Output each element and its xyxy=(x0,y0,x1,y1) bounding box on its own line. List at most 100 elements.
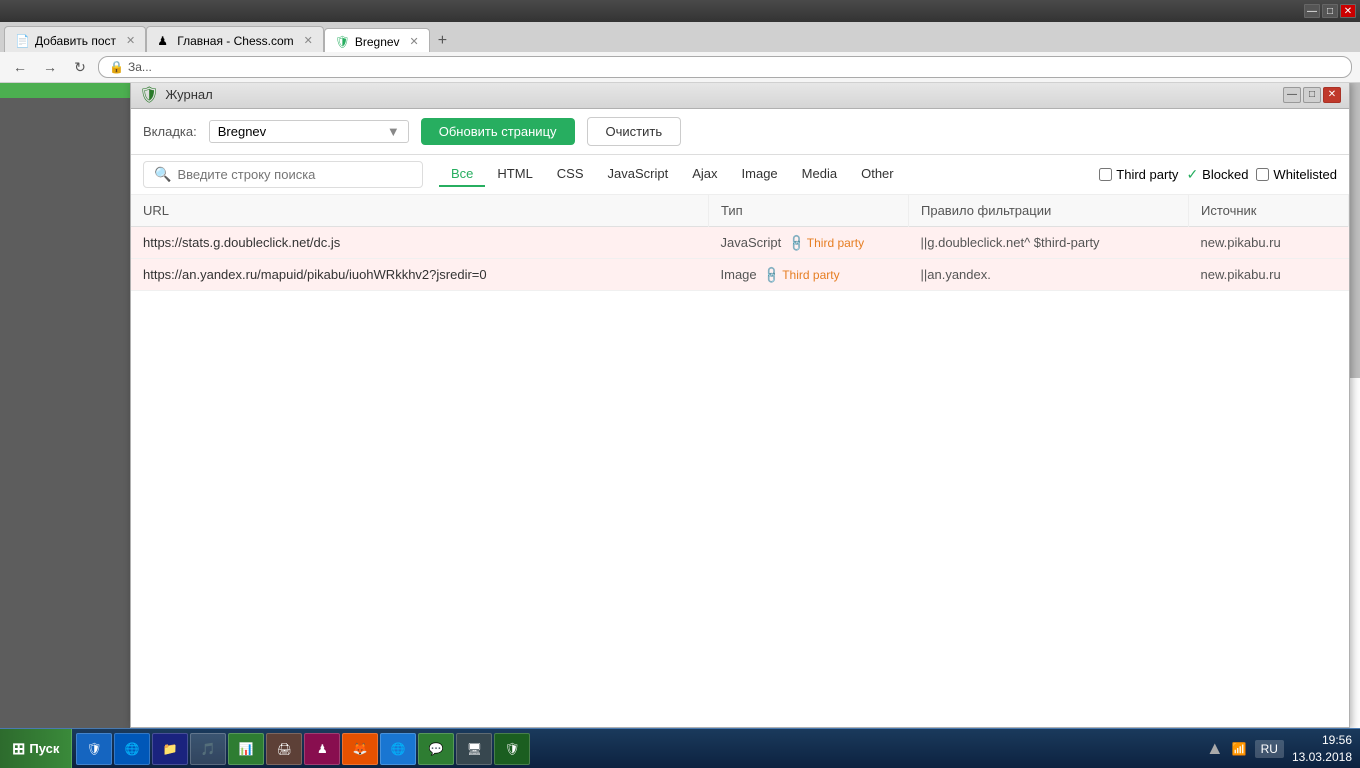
journal-toolbar: Вкладка: Bregnev ▼ Обновить страницу Очи… xyxy=(131,109,1349,155)
taskbar-tray: ▲ 📶 RU 19:56 13.03.2018 xyxy=(1198,732,1360,766)
third-party-badge-2: 🔗 Third party xyxy=(764,268,839,282)
taskbar-icon-9: 🌐 xyxy=(391,742,406,756)
back-btn[interactable]: ← xyxy=(8,56,32,78)
clock-time: 19:56 xyxy=(1292,732,1352,749)
row2-source: new.pikabu.ru xyxy=(1189,259,1349,291)
col-url: URL xyxy=(131,195,709,227)
browser-tabs: 📄 Добавить пост ✕ ♟ Главная - Chess.com … xyxy=(0,22,1360,56)
journal-dialog: 🛡 Журнал — □ ✕ Вкладка: Bregnev ▼ Обнови… xyxy=(130,80,1350,728)
journal-maximize-btn[interactable]: □ xyxy=(1303,87,1321,103)
filter-tab-html[interactable]: HTML xyxy=(485,162,544,187)
titlebar-controls: — □ ✕ xyxy=(1304,4,1356,18)
taskbar-clock: 19:56 13.03.2018 xyxy=(1292,732,1352,766)
blocked-filter[interactable]: ✓ Blocked xyxy=(1186,166,1248,183)
browser-tab-2[interactable]: ♟ Главная - Chess.com ✕ xyxy=(146,26,324,54)
signal-icon: 📶 xyxy=(1232,742,1247,756)
url-text-1: https://stats.g.doubleclick.net/dc.js xyxy=(143,235,340,250)
dropdown-arrow-icon: ▼ xyxy=(387,124,400,139)
taskbar-item-6[interactable]: 🖨 xyxy=(266,733,302,765)
source-text-2: new.pikabu.ru xyxy=(1201,267,1281,282)
whitelisted-checkbox[interactable] xyxy=(1256,168,1269,181)
third-party-label: Third party xyxy=(1116,167,1178,182)
filter-tab-css[interactable]: CSS xyxy=(545,162,596,187)
col-type: Тип xyxy=(709,195,909,227)
filter-tab-all[interactable]: Все xyxy=(439,162,485,187)
taskbar-item-2[interactable]: 🌐 xyxy=(114,733,150,765)
col-source: Источник xyxy=(1189,195,1349,227)
log-table: URL Тип Правило фильтрации Источник http… xyxy=(131,195,1349,291)
browser-tab-1[interactable]: 📄 Добавить пост ✕ xyxy=(4,26,146,54)
taskbar-icon-11: 🖥 xyxy=(467,742,482,756)
type-label-1: JavaScript xyxy=(721,235,782,250)
search-icon: 🔍 xyxy=(154,166,171,183)
whitelisted-label: Whitelisted xyxy=(1273,167,1337,182)
start-icon: ⊞ xyxy=(12,739,25,759)
third-party-filter[interactable]: Third party xyxy=(1099,167,1178,182)
tab1-favicon: 📄 xyxy=(15,34,29,48)
taskbar-item-5[interactable]: 📊 xyxy=(228,733,264,765)
filter-tab-image[interactable]: Image xyxy=(730,162,790,187)
lang-indicator: RU xyxy=(1255,740,1284,758)
type-label-2: Image xyxy=(721,267,757,282)
refresh-btn[interactable]: Обновить страницу xyxy=(421,118,575,145)
taskbar-item-4[interactable]: 🎵 xyxy=(190,733,226,765)
filter-tab-js[interactable]: JavaScript xyxy=(596,162,681,187)
search-input[interactable] xyxy=(177,167,412,182)
reload-btn[interactable]: ↻ xyxy=(68,56,92,78)
row2-url: https://an.yandex.ru/mapuid/pikabu/iuohW… xyxy=(131,259,709,291)
address-bar-row: ← → ↻ 🔒 За... xyxy=(0,52,1360,83)
taskbar-item-3[interactable]: 📁 xyxy=(152,733,188,765)
tab3-close[interactable]: ✕ xyxy=(410,35,419,48)
minimize-btn[interactable]: — xyxy=(1304,4,1320,18)
maximize-btn[interactable]: □ xyxy=(1322,4,1338,18)
taskbar-item-11[interactable]: 🖥 xyxy=(456,733,492,765)
new-tab-btn[interactable]: + xyxy=(430,28,455,54)
url-text-2: https://an.yandex.ru/mapuid/pikabu/iuohW… xyxy=(143,267,487,282)
filter-tab-other[interactable]: Other xyxy=(849,162,906,187)
journal-title: Журнал xyxy=(165,87,212,102)
tab2-close[interactable]: ✕ xyxy=(304,34,313,47)
filter-tab-ajax[interactable]: Ajax xyxy=(680,162,729,187)
filter-rule-2: ||an.yandex. xyxy=(921,267,991,282)
journal-close-btn[interactable]: ✕ xyxy=(1323,87,1341,103)
row1-filter: ||g.doubleclick.net^ $third-party xyxy=(909,227,1189,259)
filter-tabs: Все HTML CSS JavaScript Ajax Image Media… xyxy=(439,162,906,187)
taskbar-item-10[interactable]: 💬 xyxy=(418,733,454,765)
taskbar-icon-7: ♟ xyxy=(317,742,328,756)
tab3-label: Bregnev xyxy=(355,35,400,49)
taskbar-icon-2: 🌐 xyxy=(125,742,140,756)
clear-btn[interactable]: Очистить xyxy=(587,117,682,146)
taskbar-item-8[interactable]: 🦊 xyxy=(342,733,378,765)
tab1-close[interactable]: ✕ xyxy=(126,34,135,47)
taskbar-item-1[interactable]: 🛡 xyxy=(76,733,112,765)
table-row: https://stats.g.doubleclick.net/dc.js Ja… xyxy=(131,227,1349,259)
ssl-icon: 🔒 xyxy=(109,60,124,74)
tab-dropdown[interactable]: Bregnev ▼ xyxy=(209,120,409,143)
page-left-strip xyxy=(0,58,130,728)
taskbar-icon-3: 📁 xyxy=(163,742,178,756)
close-btn[interactable]: ✕ xyxy=(1340,4,1356,18)
whitelisted-filter[interactable]: Whitelisted xyxy=(1256,167,1337,182)
taskbar-item-12[interactable]: 🛡 xyxy=(494,733,530,765)
tab2-favicon: ♟ xyxy=(157,34,171,48)
taskbar-item-7[interactable]: ♟ xyxy=(304,733,340,765)
filter-options: Third party ✓ Blocked Whitelisted xyxy=(1099,166,1337,183)
start-button[interactable]: ⊞ Пуск xyxy=(0,729,72,768)
journal-titlebar-left: 🛡 Журнал xyxy=(139,85,213,105)
third-party-text-2: Third party xyxy=(782,268,839,282)
journal-titlebar: 🛡 Журнал — □ ✕ xyxy=(131,81,1349,109)
blocked-label: Blocked xyxy=(1202,167,1248,182)
journal-shield-icon: 🛡 xyxy=(139,85,159,105)
journal-minimize-btn[interactable]: — xyxy=(1283,87,1301,103)
clock-date: 13.03.2018 xyxy=(1292,749,1352,766)
filter-tab-media[interactable]: Media xyxy=(790,162,849,187)
taskbar-icon-5: 📊 xyxy=(239,742,254,756)
third-party-checkbox[interactable] xyxy=(1099,168,1112,181)
forward-btn[interactable]: → xyxy=(38,56,62,78)
table-row: https://an.yandex.ru/mapuid/pikabu/iuohW… xyxy=(131,259,1349,291)
address-bar[interactable]: 🔒 За... xyxy=(98,56,1352,78)
tray-expand-icon[interactable]: ▲ xyxy=(1206,738,1224,759)
taskbar-icon-10: 💬 xyxy=(429,742,444,756)
journal-titlebar-controls: — □ ✕ xyxy=(1283,87,1341,103)
taskbar-item-9[interactable]: 🌐 xyxy=(380,733,416,765)
